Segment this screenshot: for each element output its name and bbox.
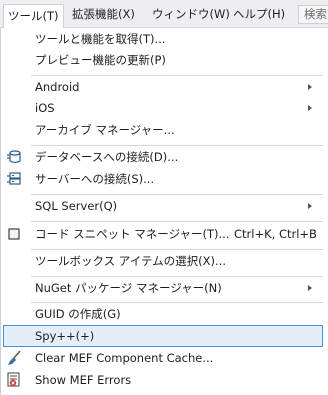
error-list-icon [6,372,22,388]
menu-item-label: ツールと機能を取得(T)... [35,32,166,46]
menu-item-code-snippet-manager[interactable]: コード スニペット マネージャー(T)... Ctrl+K, Ctrl+B [3,223,323,245]
menu-item-sql-server[interactable]: SQL Server(Q) [3,195,323,217]
submenu-arrow-icon [308,84,312,90]
menu-item-preview-features[interactable]: プレビュー機能の更新(P) [3,49,323,71]
menu-item-label: コード スニペット マネージャー(T)... [35,227,230,241]
menu-item-label: プレビュー機能の更新(P) [35,53,166,67]
menu-separator [31,221,323,222]
menu-item-label: Show MEF Errors [35,373,132,387]
submenu-arrow-icon [308,203,312,209]
menu-item-label: SQL Server(Q) [35,199,118,213]
server-connect-icon [6,171,22,187]
menu-window[interactable]: ウィンドウ(W) [148,5,234,23]
menu-item-connect-database[interactable]: データベースへの接続(D)... [3,146,323,168]
menu-item-spy-plus-plus[interactable]: Spy++(+) [3,325,323,347]
menu-item-label: Android [35,80,80,94]
snippet-manager-icon [6,226,22,242]
menu-item-label: サーバーへの接続(S)... [35,172,155,186]
menu-item-connect-server[interactable]: サーバーへの接続(S)... [3,168,323,190]
submenu-arrow-icon [308,285,312,291]
menu-item-label: データベースへの接続(D)... [35,150,179,164]
menu-item-label: Spy++(+) [35,329,95,343]
menu-item-label: NuGet パッケージ マネージャー(N) [35,281,222,295]
menu-item-archive-manager[interactable]: アーカイブ マネージャー... [3,119,323,141]
menu-item-label: ツールボックス アイテムの選択(X)... [35,254,226,268]
menu-item-clear-mef-cache[interactable]: Clear MEF Component Cache... [3,347,323,369]
tools-dropdown-menu: ツールと機能を取得(T)... プレビュー機能の更新(P) Android iO… [0,28,328,395]
menu-extensions[interactable]: 拡張機能(X) [68,5,139,23]
submenu-arrow-icon [308,105,312,111]
database-connect-icon [6,149,22,165]
menu-item-label: アーカイブ マネージャー... [35,123,175,137]
menu-item-create-guid[interactable]: GUID の作成(G) [3,303,323,325]
menu-item-nuget-package-manager[interactable]: NuGet パッケージ マネージャー(N) [3,277,323,299]
menu-help[interactable]: ヘルプ(H) [229,5,289,23]
menu-item-choose-toolbox-items[interactable]: ツールボックス アイテムの選択(X)... [3,250,323,272]
menu-tools[interactable]: ツール(T) [3,4,64,29]
menu-item-label: Clear MEF Component Cache... [35,351,214,365]
menu-item-ios[interactable]: iOS [3,97,323,119]
search-input[interactable]: 検索 [298,5,328,24]
menu-item-show-mef-errors[interactable]: Show MEF Errors [3,369,323,391]
broom-icon [6,350,22,366]
menu-bar: ツール(T) 拡張機能(X) ウィンドウ(W) ヘルプ(H) 検索 [0,0,328,29]
menu-item-label: GUID の作成(G) [35,307,121,321]
menu-item-label: iOS [35,101,55,115]
menu-item-android[interactable]: Android [3,76,323,98]
shortcut-text: Ctrl+K, Ctrl+B [234,227,317,241]
menu-item-get-tools[interactable]: ツールと機能を取得(T)... [3,28,323,50]
